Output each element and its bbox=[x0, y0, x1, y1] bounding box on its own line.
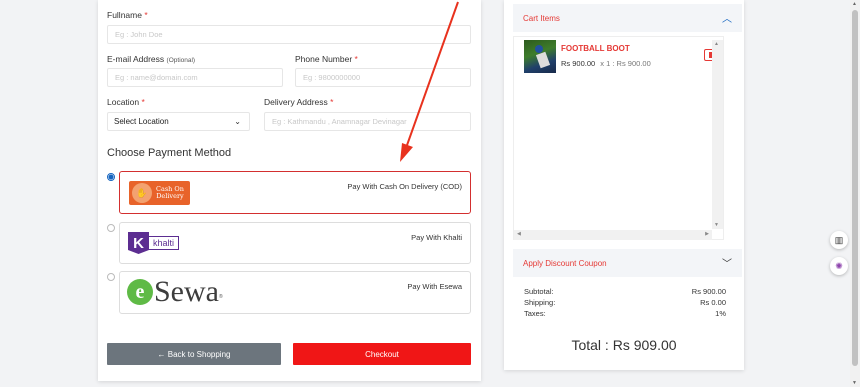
cart-vertical-scrollbar[interactable]: ▲ ▼ bbox=[712, 40, 723, 229]
payment-method-title: Choose Payment Method bbox=[107, 147, 232, 159]
esewa-e-icon: e bbox=[127, 279, 153, 305]
location-select-value: Select Location bbox=[114, 117, 169, 126]
taxes-label: Taxes: bbox=[524, 309, 546, 318]
thumbnail-shape bbox=[535, 51, 551, 69]
cart-item-price: Rs 900.00 x 1 : Rs 900.00 bbox=[561, 59, 651, 68]
fullname-label-text: Fullname bbox=[107, 10, 142, 20]
subtotal-value: Rs 900.00 bbox=[691, 287, 726, 296]
payment-radio-esewa[interactable] bbox=[107, 273, 115, 281]
subtotal-row: Subtotal: Rs 900.00 bbox=[524, 287, 726, 296]
chevron-down-icon: ⌄ bbox=[234, 117, 241, 126]
cod-logo-text: Cash On Delivery bbox=[156, 186, 184, 200]
payment-option-khalti[interactable]: K khalti Pay With Khalti bbox=[119, 222, 471, 264]
khalti-k-icon: K bbox=[128, 232, 149, 254]
khalti-logo-word: khalti bbox=[149, 236, 180, 250]
esewa-logo: e Sewa ® bbox=[127, 275, 223, 308]
payment-option-cod[interactable]: ✋ Cash On Delivery Pay With Cash On Deli… bbox=[119, 171, 471, 214]
scrollbar-thumb[interactable] bbox=[852, 10, 858, 366]
payment-option-esewa[interactable]: e Sewa ® Pay With Esewa bbox=[119, 271, 471, 314]
required-mark: * bbox=[354, 54, 358, 64]
khalti-logo: K khalti bbox=[128, 232, 180, 254]
scroll-down-icon[interactable]: ▼ bbox=[852, 380, 857, 386]
address-label-text: Delivery Address bbox=[264, 97, 328, 107]
email-label-text: E-mail Address bbox=[107, 54, 165, 64]
product-thumbnail[interactable] bbox=[524, 40, 556, 73]
brain-icon[interactable]: ✺ bbox=[830, 257, 848, 275]
esewa-logo-word: Sewa bbox=[154, 275, 219, 308]
checkout-button[interactable]: Checkout bbox=[293, 343, 471, 365]
discount-coupon-header[interactable]: Apply Discount Coupon ﹀ bbox=[513, 249, 742, 277]
back-to-shopping-label: ← Back to Shopping bbox=[157, 349, 231, 359]
book-icon[interactable]: ▥ bbox=[830, 231, 848, 249]
cart-items-title: Cart Items bbox=[523, 13, 560, 23]
email-input[interactable] bbox=[107, 68, 283, 87]
email-label: E-mail Address (Optional) bbox=[107, 54, 195, 64]
payment-radio-cod[interactable] bbox=[107, 173, 115, 181]
fullname-label: Fullname * bbox=[107, 10, 148, 20]
taxes-value: 1% bbox=[715, 309, 726, 318]
scroll-down-icon[interactable]: ▼ bbox=[714, 222, 719, 228]
cod-label: Pay With Cash On Delivery (COD) bbox=[347, 182, 462, 191]
scroll-left-icon[interactable]: ◀ bbox=[517, 231, 521, 237]
phone-label: Phone Number * bbox=[295, 54, 358, 64]
location-select[interactable]: Select Location ⌄ bbox=[107, 112, 250, 131]
cart-items-header[interactable]: Cart Items ︿ bbox=[513, 4, 742, 32]
cart-item-name[interactable]: FOOTBALL BOOT bbox=[561, 44, 630, 53]
scroll-right-icon[interactable]: ▶ bbox=[705, 231, 709, 237]
required-mark: * bbox=[330, 97, 334, 107]
shipping-row: Shipping: Rs 0.00 bbox=[524, 298, 726, 307]
checkout-label: Checkout bbox=[365, 349, 399, 359]
annotation-arrow-icon bbox=[400, 1, 459, 162]
email-optional-tag: (Optional) bbox=[166, 57, 196, 64]
scroll-up-icon[interactable]: ▲ bbox=[852, 1, 857, 7]
cart-item-qty-line: x 1 : Rs 900.00 bbox=[600, 59, 651, 68]
location-label: Location * bbox=[107, 97, 145, 107]
khalti-label: Pay With Khalti bbox=[411, 233, 462, 242]
cart-horizontal-scrollbar[interactable]: ◀ ▶ bbox=[514, 230, 712, 240]
required-mark: * bbox=[144, 10, 148, 20]
esewa-registered-mark: ® bbox=[218, 294, 223, 300]
page-scrollbar[interactable]: ▲ ▼ bbox=[850, 0, 860, 387]
location-label-text: Location bbox=[107, 97, 140, 107]
cart-items-list: FOOTBALL BOOT Rs 900.00 x 1 : Rs 900.00 bbox=[513, 36, 724, 240]
order-total: Total : Rs 909.00 bbox=[571, 337, 677, 353]
scroll-up-icon[interactable]: ▲ bbox=[714, 41, 719, 47]
shipping-value: Rs 0.00 bbox=[700, 298, 726, 307]
address-label: Delivery Address * bbox=[264, 97, 333, 107]
chevron-down-icon: ﹀ bbox=[722, 259, 732, 270]
cart-item-unit-price: Rs 900.00 bbox=[561, 59, 596, 68]
shipping-label: Shipping: bbox=[524, 298, 556, 307]
cod-logo-line2: Delivery bbox=[156, 192, 184, 200]
required-mark: * bbox=[141, 97, 145, 107]
back-to-shopping-button[interactable]: ← Back to Shopping bbox=[107, 343, 281, 365]
chevron-up-icon: ︿ bbox=[722, 14, 732, 25]
taxes-row: Taxes: 1% bbox=[524, 309, 726, 318]
cod-logo: ✋ Cash On Delivery bbox=[129, 181, 190, 205]
subtotal-label: Subtotal: bbox=[524, 287, 554, 296]
phone-label-text: Phone Number bbox=[295, 54, 353, 64]
esewa-label: Pay With Esewa bbox=[407, 282, 462, 291]
payment-radio-khalti[interactable] bbox=[107, 224, 115, 232]
discount-coupon-title: Apply Discount Coupon bbox=[523, 258, 607, 268]
hand-cash-icon: ✋ bbox=[132, 183, 152, 203]
